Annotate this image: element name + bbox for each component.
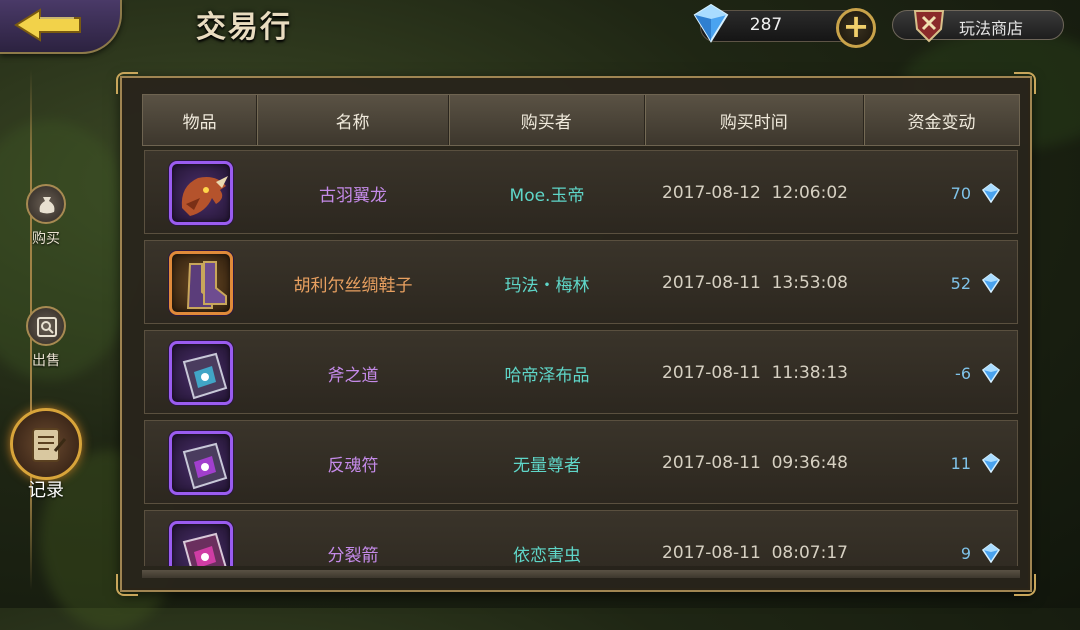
fund-change: -6	[865, 331, 1018, 415]
diamond-icon	[981, 183, 1001, 203]
book-icon	[182, 442, 228, 490]
gameplay-shop-button[interactable]: 玩法商店	[892, 10, 1064, 43]
purchase-time: 2017-08-11 11:38:13	[662, 363, 848, 383]
money-bag-icon	[39, 197, 55, 214]
frame-corner	[116, 574, 138, 596]
item-cell	[145, 331, 257, 415]
diamond-icon	[981, 363, 1001, 383]
back-button[interactable]	[0, 0, 122, 54]
fund-change-amount: -6	[955, 363, 971, 383]
book-icon	[182, 352, 228, 400]
column-header-time: 购买时间	[645, 95, 865, 145]
table-row[interactable]: 胡利尔丝绸鞋子 玛法・梅林 2017-08-11 13:53:08 52	[144, 240, 1018, 324]
diamond-amount: 287	[749, 15, 783, 35]
search-scroll-icon	[37, 317, 57, 337]
records-list[interactable]: 古羽翼龙 Moe.玉帝 2017-08-12 12:06:02 70 胡利尔丝绸…	[144, 150, 1018, 566]
item-cell	[145, 241, 257, 325]
item-name: 古羽翼龙	[319, 185, 387, 206]
table-row[interactable]: 反魂符 无量尊者 2017-08-11 09:36:48 11	[144, 420, 1018, 504]
column-header-name: 名称	[257, 95, 449, 145]
purchase-time: 2017-08-11 13:53:08	[662, 273, 848, 293]
buyer-name: Moe.玉帝	[509, 185, 585, 206]
buyer-name: 玛法・梅林	[504, 275, 590, 296]
item-name: 斧之道	[327, 365, 379, 386]
fund-change-amount: 70	[950, 183, 971, 203]
dragon-icon	[181, 176, 228, 216]
column-header-item: 物品	[143, 95, 258, 145]
record-scroll-icon	[32, 428, 67, 462]
buyer-name: 无量尊者	[513, 455, 581, 476]
sidebar-item-buy[interactable]	[26, 184, 66, 224]
purchase-time: 2017-08-11 09:36:48	[662, 453, 848, 473]
frame-corner	[116, 72, 138, 94]
shop-shield-icon	[913, 10, 945, 43]
page-title: 交易行	[196, 10, 292, 45]
fund-change-amount: 52	[950, 273, 971, 293]
item-frame[interactable]	[169, 431, 233, 495]
item-cell	[145, 151, 257, 235]
background-foliage	[0, 120, 140, 380]
table-row[interactable]: 分裂箭 依恋害虫 2017-08-11 08:07:17 9	[144, 510, 1018, 566]
sidebar-label-sell: 出售	[32, 353, 60, 369]
item-frame[interactable]	[169, 341, 233, 405]
table-header: 物品 名称 购买者 购买时间 资金变动	[142, 94, 1020, 146]
sidebar-label-record: 记录	[28, 480, 64, 501]
diamond-icon	[981, 453, 1001, 473]
fund-change: 9	[865, 511, 1018, 566]
item-frame[interactable]	[169, 521, 233, 566]
sidebar-item-record[interactable]	[10, 408, 82, 480]
fund-change-amount: 11	[950, 453, 971, 473]
diamond-icon	[981, 543, 1001, 563]
column-header-change: 资金变动	[907, 112, 976, 133]
item-frame[interactable]	[169, 251, 233, 315]
sidebar-item-sell[interactable]	[26, 306, 66, 346]
table-row[interactable]: 斧之道 哈帝泽布品 2017-08-11 11:38:13 -6	[144, 330, 1018, 414]
fund-change: 52	[865, 241, 1018, 325]
book-icon	[182, 532, 227, 566]
add-diamonds-button[interactable]: +	[836, 8, 876, 48]
sidebar-label-buy: 购买	[32, 231, 60, 247]
item-name: 分裂箭	[327, 545, 379, 566]
back-arrow-icon	[14, 8, 81, 42]
plus-icon: +	[842, 7, 870, 45]
item-cell	[145, 511, 257, 566]
fund-change-amount: 9	[960, 543, 971, 563]
fund-change: 70	[865, 151, 1018, 235]
item-name: 胡利尔丝绸鞋子	[293, 275, 413, 296]
item-name: 反魂符	[327, 455, 379, 476]
frame-corner	[1014, 72, 1036, 94]
item-cell	[145, 421, 257, 505]
purchase-time: 2017-08-12 12:06:02	[662, 183, 848, 203]
column-header-buyer: 购买者	[449, 95, 645, 145]
diamond-icon	[981, 273, 1001, 293]
item-frame[interactable]	[169, 161, 233, 225]
buyer-name: 哈帝泽布品	[504, 365, 590, 386]
fund-change: 11	[865, 421, 1018, 505]
buyer-name: 依恋害虫	[513, 545, 581, 566]
panel-bottom-bar	[142, 570, 1020, 578]
boots-icon	[186, 261, 227, 309]
purchase-time: 2017-08-11 08:07:17	[662, 543, 848, 563]
records-panel: 物品 名称 购买者 购买时间 资金变动 古羽翼龙 Moe.玉帝 2017-08-…	[116, 72, 1036, 596]
shop-label: 玩法商店	[959, 19, 1024, 38]
table-row[interactable]: 古羽翼龙 Moe.玉帝 2017-08-12 12:06:02 70	[144, 150, 1018, 234]
